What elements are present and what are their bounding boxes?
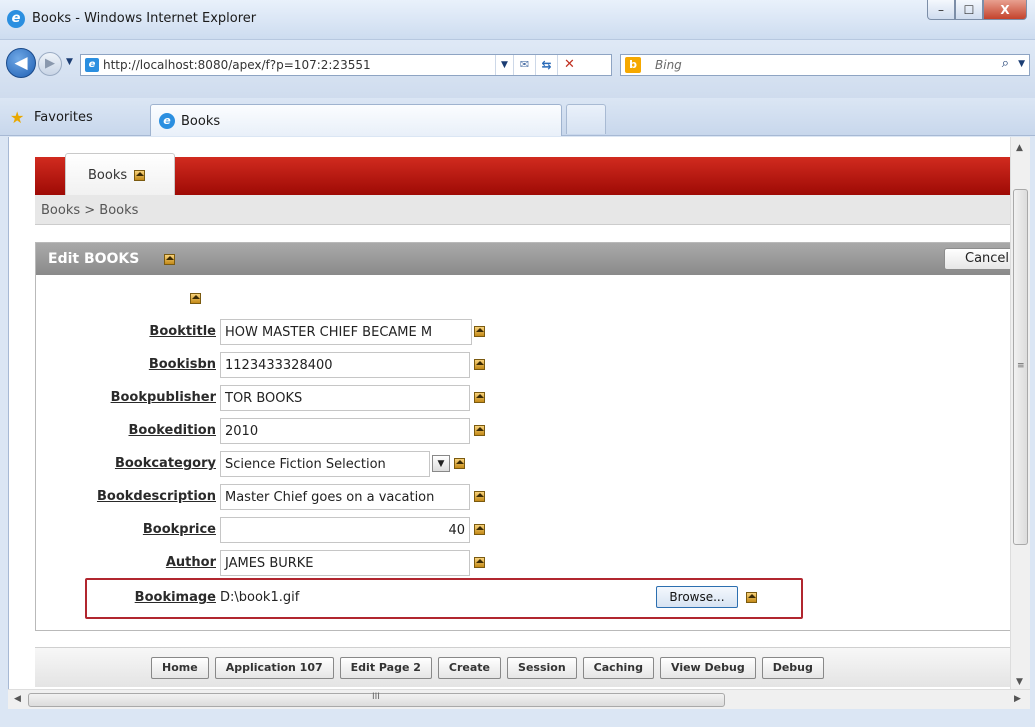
scroll-grip-icon: III <box>372 692 380 702</box>
edit-item-icon[interactable] <box>474 359 485 370</box>
forward-button[interactable]: ▶ <box>38 52 62 76</box>
field-label[interactable]: Author <box>36 555 216 570</box>
field-row-author: Author JAMES BURKE <box>36 548 936 576</box>
author-input[interactable]: JAMES BURKE <box>220 550 470 576</box>
field-row-bookedition: Bookedition 2010 <box>36 416 936 444</box>
close-button[interactable]: X <box>983 0 1027 20</box>
page-viewport: Books Books > Books Edit BOOKS Cancel Bo… <box>8 137 1010 689</box>
dev-debug-button[interactable]: Debug <box>761 657 824 679</box>
field-row-bookcategory: Bookcategory Science Fiction Selection ▼ <box>36 449 936 477</box>
developer-buttons: Home Application 107 Edit Page 2 Create … <box>151 657 824 679</box>
recent-pages-dropdown-icon[interactable]: ▼ <box>66 57 73 67</box>
window-title: Books - Windows Internet Explorer <box>32 11 257 26</box>
ie-logo-icon: e <box>7 10 25 28</box>
scroll-up-icon[interactable]: ▲ <box>1016 143 1023 153</box>
edit-item-icon[interactable] <box>190 293 201 304</box>
apex-tab-books[interactable]: Books <box>65 153 175 195</box>
search-input[interactable]: Bing <box>655 58 682 72</box>
field-label[interactable]: Bookprice <box>36 522 216 537</box>
dev-view-debug-button[interactable]: View Debug <box>660 657 756 679</box>
page-icon: e <box>85 58 99 72</box>
search-dropdown-icon[interactable]: ▼ <box>1018 59 1025 69</box>
new-tab-button[interactable] <box>566 104 606 134</box>
field-label[interactable]: Booktitle <box>36 324 216 339</box>
edit-item-icon[interactable] <box>474 524 485 535</box>
field-label[interactable]: Bookedition <box>36 423 216 438</box>
dev-session-button[interactable]: Session <box>507 657 577 679</box>
dev-caching-button[interactable]: Caching <box>582 657 654 679</box>
field-label[interactable]: Bookcategory <box>36 456 216 471</box>
bookcategory-select[interactable]: Science Fiction Selection <box>220 451 430 477</box>
edit-region-icon[interactable] <box>164 254 175 265</box>
title-bar: e Books - Windows Internet Explorer – ☐ … <box>0 0 1035 40</box>
breadcrumb-text[interactable]: Books > Books <box>41 203 138 218</box>
edit-item-icon[interactable] <box>474 326 485 337</box>
booktitle-input[interactable]: HOW MASTER CHIEF BECAME M <box>220 319 472 345</box>
field-row-booktitle: Booktitle HOW MASTER CHIEF BECAME M <box>36 317 936 345</box>
field-label[interactable]: Bookisbn <box>36 357 216 372</box>
favorites-button[interactable]: Favorites <box>34 110 93 125</box>
bookisbn-input[interactable]: 1123433328400 <box>220 352 470 378</box>
vertical-scrollbar[interactable]: ▲ ≡ ▼ <box>1010 137 1030 689</box>
developer-toolbar: Home Application 107 Edit Page 2 Create … <box>35 647 1010 687</box>
scroll-grip-icon: ≡ <box>1017 361 1025 371</box>
ie-page-icon: e <box>159 113 175 129</box>
field-row-bookpublisher: Bookpublisher TOR BOOKS <box>36 383 936 411</box>
search-box[interactable]: b Bing ⌕ ▼ <box>620 54 1030 76</box>
scroll-down-icon[interactable]: ▼ <box>1016 677 1023 687</box>
bookpublisher-input[interactable]: TOR BOOKS <box>220 385 470 411</box>
bing-icon: b <box>625 57 641 73</box>
dev-home-button[interactable]: Home <box>151 657 209 679</box>
cancel-button[interactable]: Cancel <box>944 248 1010 270</box>
refresh-icon[interactable]: ⇆ <box>535 55 557 75</box>
scroll-right-icon[interactable]: ▶ <box>1014 694 1021 704</box>
dev-application-button[interactable]: Application 107 <box>214 657 334 679</box>
edit-item-icon[interactable] <box>474 425 485 436</box>
scroll-left-icon[interactable]: ◀ <box>14 694 21 704</box>
bookedition-input[interactable]: 2010 <box>220 418 470 444</box>
dev-edit-page-button[interactable]: Edit Page 2 <box>339 657 432 679</box>
search-icon[interactable]: ⌕ <box>1002 56 1009 71</box>
bookdescription-input[interactable]: Master Chief goes on a vacation <box>220 484 470 510</box>
address-dropdown-icon[interactable]: ▼ <box>495 55 513 75</box>
stop-icon[interactable]: ✕ <box>557 55 581 75</box>
back-button[interactable]: ◀ <box>6 48 36 78</box>
dev-create-button[interactable]: Create <box>437 657 502 679</box>
edit-tab-icon[interactable] <box>134 170 145 181</box>
tab-label: Books <box>181 114 221 129</box>
field-label[interactable]: Bookpublisher <box>36 390 216 405</box>
field-row-bookdescription: Bookdescription Master Chief goes on a v… <box>36 482 936 510</box>
field-row-bookprice: Bookprice 40 <box>36 515 936 543</box>
region-title: Edit BOOKS <box>48 251 140 267</box>
address-bar[interactable]: e http://localhost:8080/apex/f?p=107:2:2… <box>80 54 612 76</box>
breadcrumb: Books > Books <box>35 195 1010 225</box>
favorites-bar: ★ Favorites e Books <box>0 98 1035 136</box>
edit-item-icon[interactable] <box>454 458 465 469</box>
edit-item-icon[interactable] <box>474 392 485 403</box>
bookimage-highlight-box <box>85 578 803 619</box>
window-controls: – ☐ X <box>927 0 1027 22</box>
edit-item-icon[interactable] <box>474 491 485 502</box>
apex-header: Books <box>35 153 1010 195</box>
field-row-bookisbn: Bookisbn 1123433328400 <box>36 350 936 378</box>
status-bar <box>0 709 1035 727</box>
edit-books-region: Edit BOOKS Cancel Booktitle HOW MASTER C… <box>35 242 1010 631</box>
edit-item-icon[interactable] <box>474 557 485 568</box>
region-header: Edit BOOKS Cancel <box>36 243 1010 275</box>
maximize-button[interactable]: ☐ <box>955 0 983 20</box>
navigation-bar: ◀ ▶ ▼ e http://localhost:8080/apex/f?p=1… <box>0 40 1035 98</box>
horizontal-scrollbar[interactable]: ◀ III ▶ <box>8 689 1030 709</box>
favorites-star-icon[interactable]: ★ <box>10 108 24 127</box>
minimize-button[interactable]: – <box>927 0 955 20</box>
compatibility-view-icon[interactable]: ✉ <box>513 55 535 75</box>
chevron-down-icon[interactable]: ▼ <box>432 455 450 472</box>
apex-tab-label: Books <box>88 168 128 183</box>
field-label[interactable]: Bookdescription <box>36 489 216 504</box>
address-text[interactable]: http://localhost:8080/apex/f?p=107:2:235… <box>103 58 371 72</box>
tab-books[interactable]: e Books <box>150 104 562 136</box>
bookprice-input[interactable]: 40 <box>220 517 470 543</box>
